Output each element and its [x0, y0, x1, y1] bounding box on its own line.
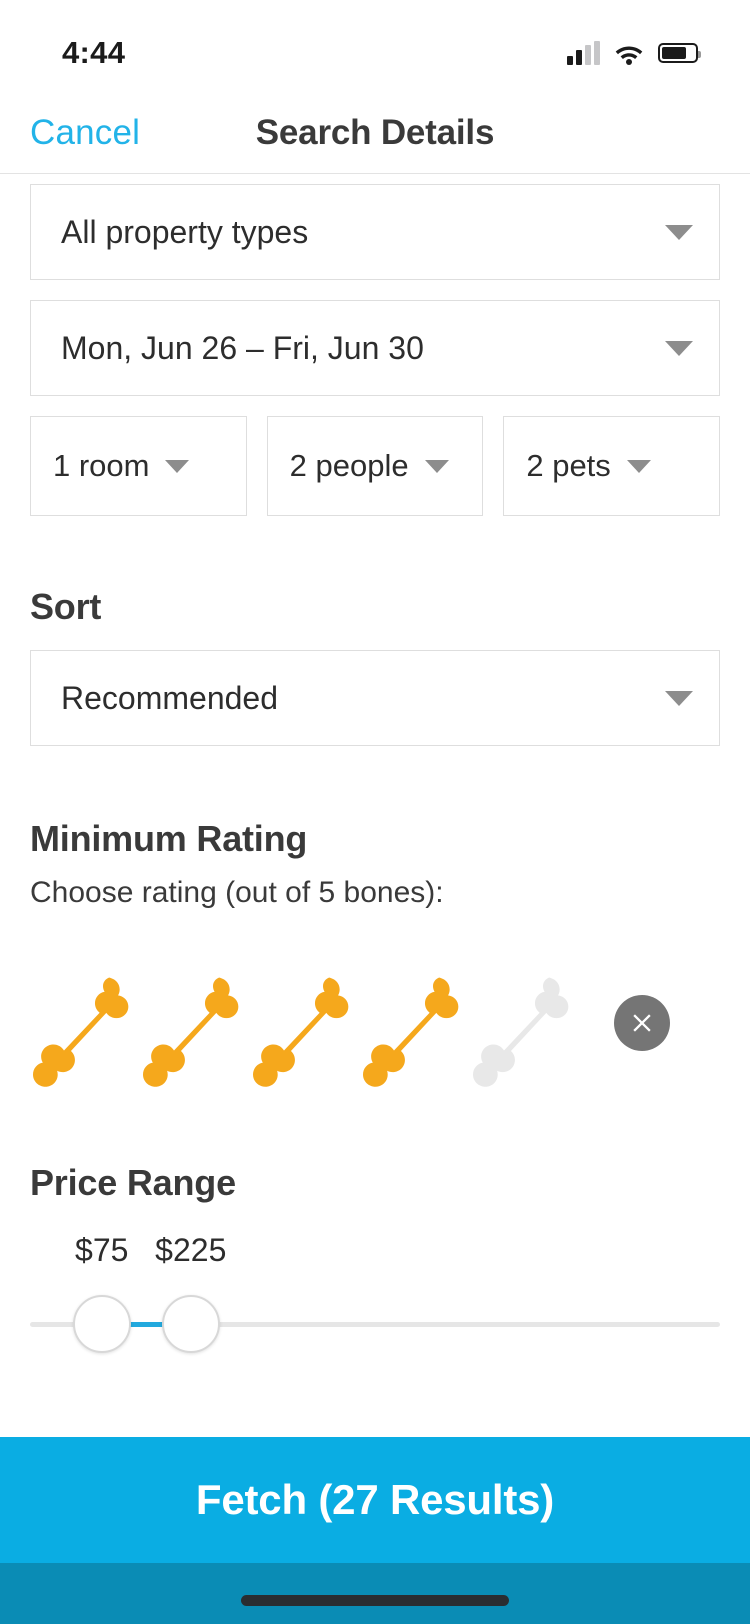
property-type-value: All property types: [61, 213, 309, 250]
price-range-slider[interactable]: $75 $225: [30, 1232, 720, 1370]
pets-value: 2 pets: [526, 448, 611, 483]
rating-subtitle: Choose rating (out of 5 bones):: [30, 876, 444, 909]
rooms-select[interactable]: 1 room: [30, 416, 247, 516]
occupancy-row: 1 room 2 people 2 pets: [30, 416, 721, 516]
dates-select[interactable]: Mon, Jun 26 – Fri, Jun 30: [30, 300, 720, 396]
filters-content: All property types Mon, Jun 26 – Fri, Ju…: [0, 174, 750, 1437]
status-bar: 4:44: [0, 0, 750, 92]
rating-heading: Minimum Rating: [30, 818, 308, 859]
fetch-button-label: Fetch (27 Results): [195, 1476, 555, 1523]
close-icon: [633, 1014, 651, 1032]
home-indicator-area: [0, 1563, 750, 1624]
clear-rating-button[interactable]: [614, 995, 670, 1051]
price-max-label: $225: [155, 1232, 227, 1268]
cancel-button[interactable]: Cancel: [30, 113, 140, 153]
price-labels: $75 $225: [30, 1232, 720, 1278]
status-time: 4:44: [62, 35, 126, 70]
people-value: 2 people: [289, 448, 409, 483]
cellular-signal-icon: [567, 41, 600, 65]
search-details-screen: 4:44 Cancel Search Details All property: [0, 0, 750, 1624]
rooms-value: 1 room: [53, 448, 150, 483]
battery-icon: [658, 43, 701, 63]
nav-bar: Cancel Search Details: [0, 92, 750, 174]
chevron-down-icon: [626, 459, 651, 473]
bone-icon-3[interactable]: [250, 958, 360, 1088]
people-select[interactable]: 2 people: [266, 416, 484, 516]
status-icons: [567, 41, 701, 65]
price-range-section: Price Range $75 $225: [30, 1162, 720, 1370]
pets-select[interactable]: 2 pets: [503, 416, 721, 516]
sort-section: Sort Recommended: [30, 586, 720, 746]
chevron-down-icon: [665, 340, 693, 356]
price-min-label: $75: [75, 1232, 129, 1268]
chevron-down-icon: [665, 690, 693, 706]
slider-handle-max[interactable]: [161, 1295, 220, 1353]
property-type-select[interactable]: All property types: [30, 184, 720, 280]
bone-icon-4[interactable]: [360, 958, 470, 1088]
bone-icon-2[interactable]: [140, 958, 250, 1088]
slider-handle-min[interactable]: [72, 1295, 131, 1353]
bone-rating-control[interactable]: [30, 958, 720, 1088]
sort-value: Recommended: [61, 679, 278, 716]
sort-select[interactable]: Recommended: [30, 650, 720, 746]
fetch-button[interactable]: Fetch (27 Results): [0, 1437, 750, 1563]
bone-icon-5[interactable]: [470, 958, 580, 1088]
chevron-down-icon: [424, 459, 449, 473]
sort-heading: Sort: [30, 586, 102, 627]
home-indicator[interactable]: [241, 1595, 509, 1606]
chevron-down-icon: [665, 224, 693, 240]
price-heading: Price Range: [30, 1162, 236, 1203]
wifi-icon: [614, 42, 644, 65]
minimum-rating-section: Minimum Rating Choose rating (out of 5 b…: [30, 818, 720, 1088]
chevron-down-icon: [165, 459, 190, 473]
dates-value: Mon, Jun 26 – Fri, Jun 30: [61, 329, 424, 366]
bone-icon-1[interactable]: [30, 958, 140, 1088]
